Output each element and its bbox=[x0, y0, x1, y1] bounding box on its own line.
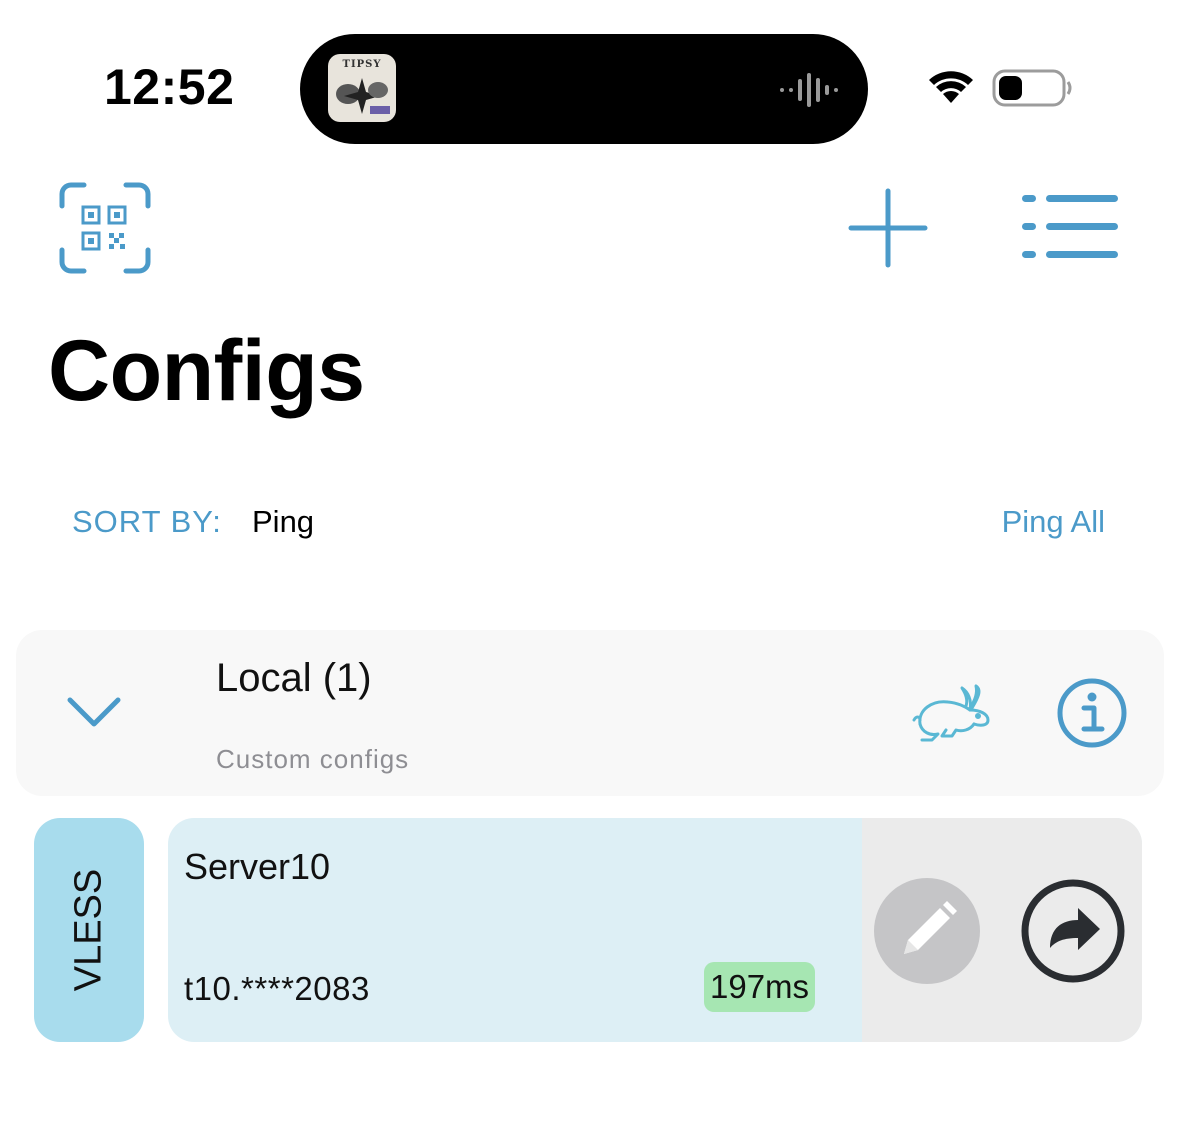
pencil-icon bbox=[904, 901, 957, 954]
dynamic-island[interactable]: TIPSY bbox=[300, 34, 868, 144]
page-title: Configs bbox=[48, 323, 365, 419]
battery-icon bbox=[992, 69, 1072, 107]
album-art: TIPSY bbox=[328, 54, 396, 122]
ping-badge: 197ms bbox=[704, 962, 816, 1012]
config-row-server10[interactable]: Server10 t10.****2083 197ms bbox=[168, 818, 1142, 1042]
sort-by-label: SORT BY: bbox=[72, 504, 222, 539]
status-time: 12:52 bbox=[104, 59, 235, 115]
info-icon[interactable] bbox=[1056, 677, 1128, 749]
album-art-text: TIPSY bbox=[342, 59, 382, 70]
ping-all-button[interactable]: Ping All bbox=[1002, 504, 1105, 540]
swipe-actions-panel bbox=[862, 818, 1142, 1042]
config-name: Server10 bbox=[184, 846, 331, 887]
share-config-button[interactable] bbox=[1020, 878, 1126, 984]
configs-screen: 12:52 TIPSY Configs SORT BY: Ping Ping A… bbox=[0, 0, 1179, 1123]
config-group-local[interactable]: Local (1) Custom configs bbox=[16, 630, 1164, 796]
share-arrow-icon bbox=[1021, 879, 1125, 983]
wifi-icon bbox=[929, 71, 973, 103]
config-address: t10.****2083 bbox=[184, 970, 370, 1007]
protocol-label: VLESS bbox=[67, 868, 110, 992]
list-menu-button[interactable] bbox=[1020, 192, 1120, 262]
edit-config-button[interactable] bbox=[874, 878, 980, 984]
sort-by-value[interactable]: Ping bbox=[252, 504, 314, 540]
add-config-button[interactable] bbox=[848, 188, 928, 268]
audio-waveform-icon bbox=[780, 72, 838, 108]
protocol-badge: VLESS bbox=[34, 818, 144, 1042]
group-title: Local (1) bbox=[216, 656, 372, 700]
rabbit-speed-icon[interactable] bbox=[912, 680, 994, 744]
chevron-down-icon[interactable] bbox=[66, 692, 122, 732]
group-subtitle: Custom configs bbox=[216, 744, 410, 774]
qr-scan-button[interactable] bbox=[58, 182, 152, 274]
